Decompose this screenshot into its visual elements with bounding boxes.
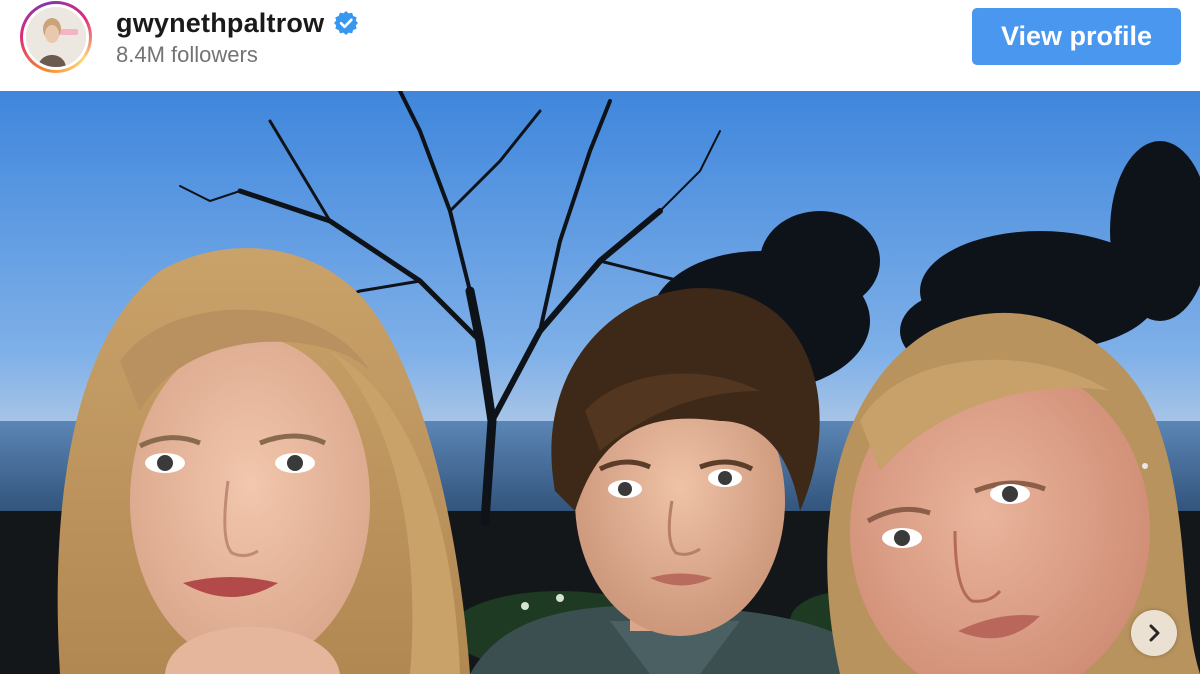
verified-badge-icon bbox=[334, 11, 359, 35]
follower-count: 8.4M followers bbox=[116, 42, 258, 67]
view-profile-button[interactable]: View profile bbox=[972, 8, 1181, 65]
chevron-right-icon bbox=[1149, 624, 1160, 642]
next-photo-button[interactable] bbox=[1131, 610, 1177, 656]
post-photo[interactable] bbox=[0, 91, 1200, 674]
avatar-border bbox=[23, 4, 89, 70]
avatar-image bbox=[26, 7, 86, 67]
username-row: gwynethpaltrow bbox=[116, 6, 359, 40]
post-image bbox=[0, 91, 1200, 674]
username[interactable]: gwynethpaltrow bbox=[116, 8, 324, 39]
avatar-photo bbox=[26, 7, 86, 67]
profile-header: gwynethpaltrow 8.4M followers View profi… bbox=[0, 0, 1200, 90]
profile-avatar[interactable] bbox=[20, 1, 92, 73]
